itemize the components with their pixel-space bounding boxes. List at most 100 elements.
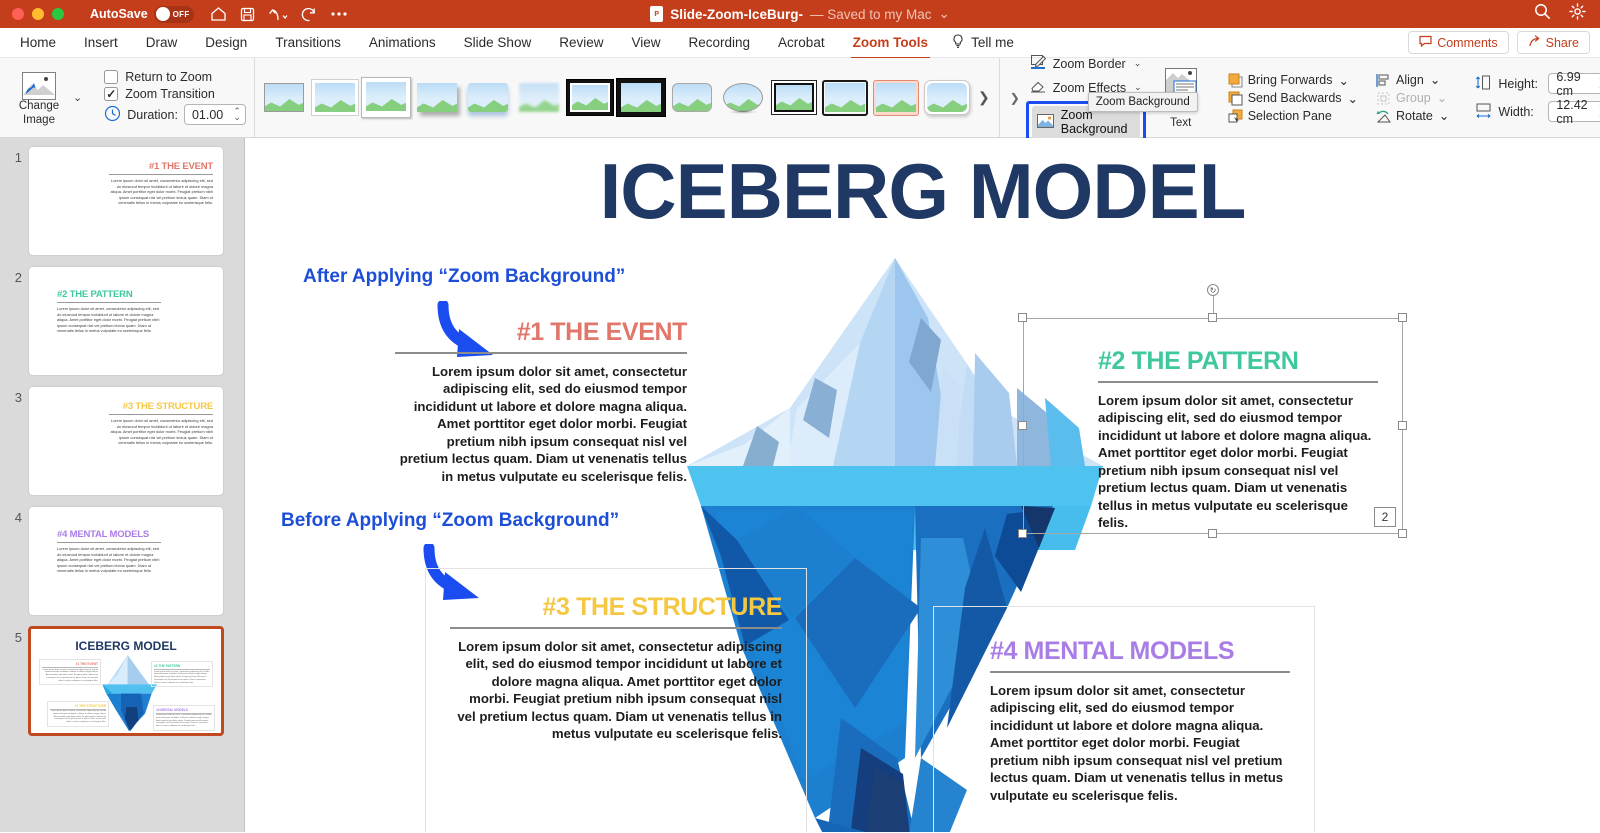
gallery-style-1[interactable] xyxy=(261,80,307,116)
mini-heading: #1 THE EVENT xyxy=(75,662,98,666)
close-window-button[interactable] xyxy=(12,8,24,20)
gallery-style-11[interactable] xyxy=(770,80,817,116)
gallery-style-13-selected[interactable] xyxy=(872,79,919,116)
return-to-zoom-checkbox[interactable] xyxy=(104,70,119,84)
slide-thumbnail-2[interactable]: #2 THE PATTERN Lorem ipsum dolor sit ame… xyxy=(28,266,224,376)
gallery-style-10[interactable] xyxy=(720,80,766,116)
resize-handle-bottom-left[interactable] xyxy=(1018,529,1027,538)
zoom-transition-option[interactable]: Zoom Transition xyxy=(104,87,246,101)
tab-design[interactable]: Design xyxy=(191,31,261,54)
gallery-style-12[interactable] xyxy=(821,79,868,116)
tab-slide-show[interactable]: Slide Show xyxy=(450,31,546,54)
gallery-style-4[interactable] xyxy=(414,80,460,116)
mini-body: Lorem ipsum dolor sit amet, consectetur … xyxy=(42,668,98,682)
zoom-transition-checkbox[interactable] xyxy=(104,87,119,101)
tell-me-control[interactable]: Tell me xyxy=(942,30,1024,56)
chevron-down-icon[interactable]: ⌄ xyxy=(1338,73,1348,88)
selection-pane-button[interactable]: Selection Pane xyxy=(1228,109,1358,123)
tab-recording[interactable]: Recording xyxy=(675,31,765,54)
autosave-toggle[interactable]: OFF xyxy=(153,5,194,23)
ribbon-group-zoom-styles: ❯ Zoom Border ⌄ Zoom Effects ⌄ Zoom Back… xyxy=(1000,55,1198,143)
height-input[interactable]: 6.99 cm ⌃⌄ xyxy=(1548,70,1600,98)
slide-list-item-selected[interactable]: 5 ICEBERG MODEL #1 THE EVENT Lorem ipsum… xyxy=(0,626,244,736)
duration-input[interactable]: 01.00 ⌃ ⌄ xyxy=(183,104,246,125)
return-to-zoom-option[interactable]: Return to Zoom xyxy=(104,70,246,84)
gallery-more-icon[interactable]: ❯ xyxy=(975,89,993,106)
gallery-style-5[interactable] xyxy=(465,80,511,116)
tab-draw[interactable]: Draw xyxy=(132,31,192,54)
send-backwards-button[interactable]: Send Backwards ⌄ xyxy=(1228,91,1358,106)
slide-number: 4 xyxy=(14,510,22,525)
slide-thumbnail-5[interactable]: ICEBERG MODEL #1 THE EVENT Lorem ipsum d… xyxy=(28,626,224,736)
resize-handle-top-left[interactable] xyxy=(1018,313,1027,322)
rotate-handle[interactable]: ↻ xyxy=(1207,284,1219,296)
resize-handle-middle-left[interactable] xyxy=(1018,421,1027,430)
slide-thumbnail-3[interactable]: #3 THE STRUCTURE Lorem ipsum dolor sit a… xyxy=(28,386,224,496)
gallery-style-3[interactable] xyxy=(360,77,411,118)
redo-icon[interactable] xyxy=(301,7,317,22)
tab-review[interactable]: Review xyxy=(545,31,617,54)
gallery-style-7[interactable] xyxy=(565,79,614,116)
tab-zoom-tools[interactable]: Zoom Tools xyxy=(839,31,943,59)
slide-list-item[interactable]: 2 #2 THE PATTERN Lorem ipsum dolor sit a… xyxy=(0,266,244,376)
chevron-down-icon[interactable]: ⌄ xyxy=(1439,108,1449,123)
undo-icon[interactable] xyxy=(268,7,288,22)
home-icon[interactable] xyxy=(210,6,227,22)
chevron-down-icon[interactable]: ⌄ xyxy=(1430,72,1440,87)
chevron-down-icon[interactable]: ⌄ xyxy=(73,91,82,104)
gallery-style-8[interactable] xyxy=(615,78,666,117)
zoom-border-button[interactable]: Zoom Border ⌄ xyxy=(1026,52,1146,75)
chevron-down-icon[interactable]: ⌄ xyxy=(939,6,950,22)
gallery-style-2[interactable] xyxy=(310,79,359,116)
gallery-style-14[interactable] xyxy=(923,80,970,116)
tab-acrobat[interactable]: Acrobat xyxy=(764,31,839,54)
resize-handle-bottom-right[interactable] xyxy=(1398,529,1407,538)
zoom-style-gallery[interactable]: ❯ xyxy=(253,58,1000,137)
chevron-down-icon[interactable]: ⌄ xyxy=(1348,91,1358,106)
slide-list-item[interactable]: 4 #4 MENTAL MODELS Lorem ipsum dolor sit… xyxy=(0,506,244,616)
autosave-control[interactable]: AutoSave OFF xyxy=(90,5,194,23)
resize-handle-top-center[interactable] xyxy=(1208,313,1217,322)
slide-list-item[interactable]: 1 #1 THE EVENT Lorem ipsum dolor sit ame… xyxy=(0,146,244,256)
resize-handle-top-right[interactable] xyxy=(1398,313,1407,322)
tab-insert[interactable]: Insert xyxy=(70,31,132,54)
rotate-button[interactable]: Rotate ⌄ xyxy=(1376,108,1449,123)
comments-button[interactable]: Comments xyxy=(1408,31,1509,54)
card-body: Lorem ipsum dolor sit amet, consectetur … xyxy=(990,682,1284,803)
tab-home[interactable]: Home xyxy=(6,31,70,54)
page-title[interactable]: ICEBERG MODEL xyxy=(245,146,1600,237)
share-button[interactable]: Share xyxy=(1516,31,1590,54)
align-button[interactable]: Align ⌄ xyxy=(1376,72,1449,87)
maximize-window-button[interactable] xyxy=(52,8,64,20)
zoom-card-event[interactable]: #1 THE EVENT Lorem ipsum dolor sit amet,… xyxy=(395,320,687,485)
resize-handle-bottom-center[interactable] xyxy=(1208,529,1217,538)
slide-list-item[interactable]: 3 #3 THE STRUCTURE Lorem ipsum dolor sit… xyxy=(0,386,244,496)
zoom-card-structure[interactable]: #3 THE STRUCTURE Lorem ipsum dolor sit a… xyxy=(425,568,807,832)
chevron-down-icon[interactable]: ⌄ xyxy=(1134,58,1142,69)
height-control: Height: 6.99 cm ⌃⌄ xyxy=(1475,70,1600,98)
tab-animations[interactable]: Animations xyxy=(355,31,450,54)
change-image-button[interactable]: Change Image xyxy=(8,68,70,126)
save-icon[interactable] xyxy=(240,7,255,22)
window-controls[interactable] xyxy=(12,8,64,20)
width-input[interactable]: 12.42 cm ⌃⌄ xyxy=(1548,98,1600,126)
tab-view[interactable]: View xyxy=(617,31,674,54)
bring-forwards-button[interactable]: Bring Forwards ⌄ xyxy=(1228,73,1358,88)
slide-canvas[interactable]: ICEBERG MODEL After Applying “Zoom Backg… xyxy=(245,138,1600,832)
search-icon[interactable] xyxy=(1534,3,1551,25)
gallery-style-6[interactable] xyxy=(516,80,562,116)
duration-stepper[interactable]: ⌃ ⌄ xyxy=(233,107,241,121)
zoom-card-mental[interactable]: #4 MENTAL MODELS Lorem ipsum dolor sit a… xyxy=(933,606,1315,832)
tab-transitions[interactable]: Transitions xyxy=(261,31,355,54)
slide-thumbnail-4[interactable]: #4 MENTAL MODELS Lorem ipsum dolor sit a… xyxy=(28,506,224,616)
gallery-style-9[interactable] xyxy=(669,80,715,116)
gallery-expand-icon[interactable]: ❯ xyxy=(1004,91,1026,105)
mini-body: Lorem ipsum dolor sit amet, consectetur … xyxy=(110,178,213,206)
slide-thumbnail-panel[interactable]: 1 #1 THE EVENT Lorem ipsum dolor sit ame… xyxy=(0,138,245,832)
slide-thumbnail-1[interactable]: #1 THE EVENT Lorem ipsum dolor sit amet,… xyxy=(28,146,224,256)
more-icon[interactable] xyxy=(330,11,348,17)
minimize-window-button[interactable] xyxy=(32,8,44,20)
resize-handle-middle-right[interactable] xyxy=(1398,421,1407,430)
zoom-background-label: Zoom Background xyxy=(1060,108,1128,136)
settings-icon[interactable] xyxy=(1569,3,1586,25)
